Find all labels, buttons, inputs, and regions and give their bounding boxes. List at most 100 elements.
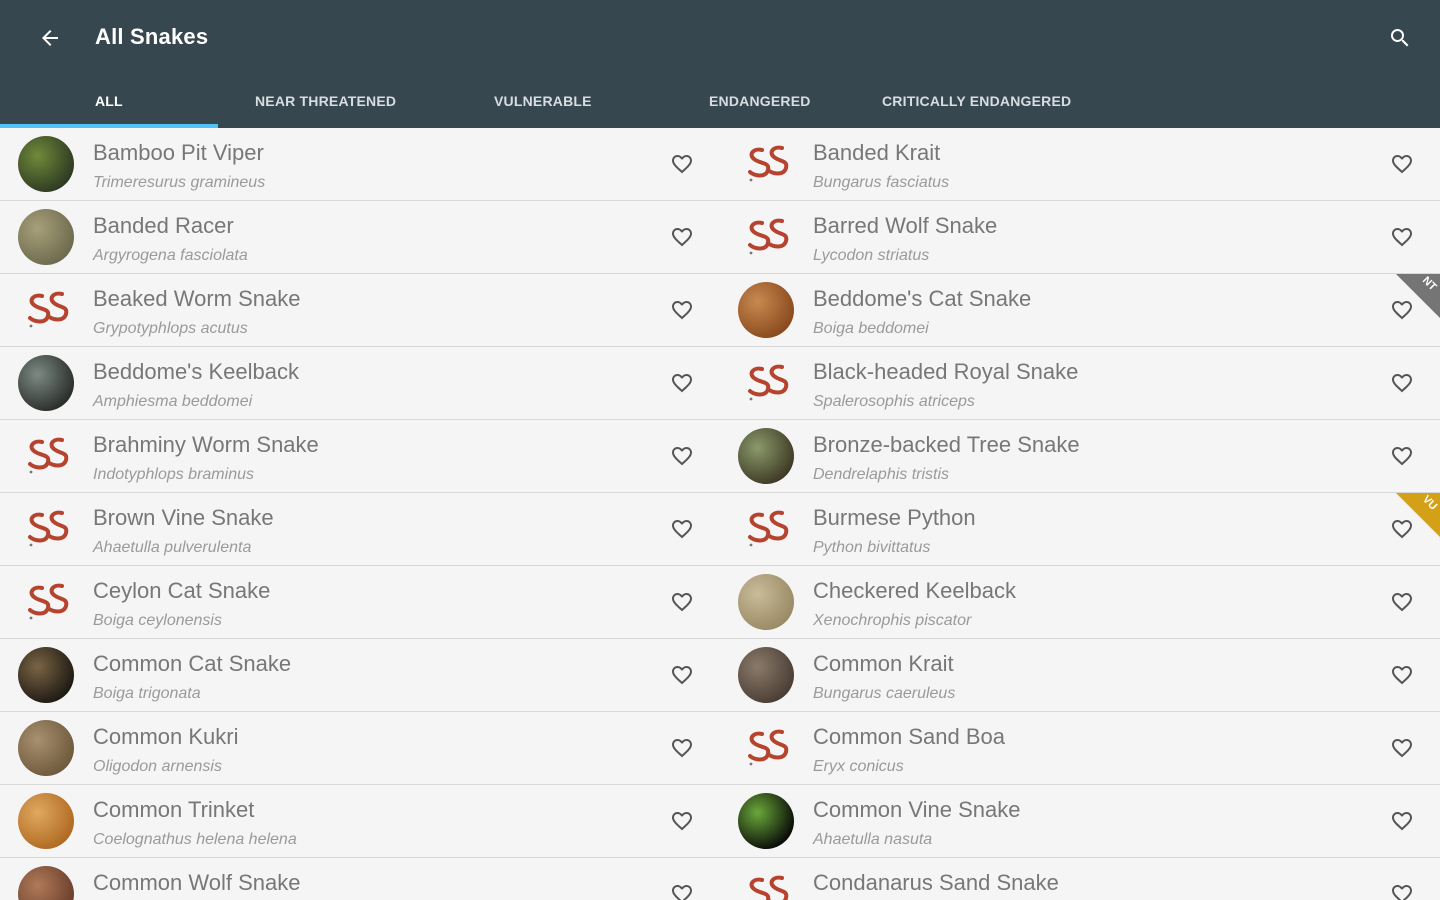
heart-outline-icon xyxy=(672,666,692,685)
tab-label: NEAR THREATENED xyxy=(255,93,397,109)
tab-endangered[interactable]: ENDANGERED xyxy=(709,74,811,128)
favorite-button[interactable] xyxy=(1384,146,1420,182)
favorite-button[interactable] xyxy=(664,657,700,693)
snake-list-item[interactable]: Common Krait Bungarus caeruleus xyxy=(720,639,1440,711)
favorite-button[interactable] xyxy=(1384,730,1420,766)
snake-photo-avatar xyxy=(18,647,74,703)
snake-scientific-name: Indotyphlops braminus xyxy=(93,466,254,483)
tab-label: CRITICALLY ENDANGERED xyxy=(882,93,1072,109)
snake-scientific-name: Amphiesma beddomei xyxy=(93,393,253,410)
snake-common-name: Ceylon Cat Snake xyxy=(93,578,271,603)
favorite-button[interactable] xyxy=(1384,584,1420,620)
favorite-button[interactable] xyxy=(664,803,700,839)
snake-list-item[interactable]: Beddome's Keelback Amphiesma beddomei xyxy=(0,347,720,419)
snake-scientific-name: Grypotyphlops acutus xyxy=(93,320,248,337)
snake-common-name: Banded Krait xyxy=(813,140,941,165)
favorite-button[interactable] xyxy=(1384,657,1420,693)
heart-outline-icon xyxy=(1392,666,1412,685)
heart-outline-icon xyxy=(1392,447,1412,466)
snake-logo-icon xyxy=(748,145,789,182)
snake-list-item[interactable]: Condanarus Sand Snake xyxy=(720,858,1440,900)
search-button[interactable] xyxy=(1380,18,1420,58)
snake-list-item[interactable]: Bamboo Pit Viper Trimeresurus gramineus xyxy=(0,128,720,200)
snake-scientific-name: Lycodon striatus xyxy=(813,247,930,264)
list-row: Beddome's Keelback Amphiesma beddomei Blac… xyxy=(0,347,1440,420)
snake-list-item[interactable]: Common Vine Snake Ahaetulla nasuta xyxy=(720,785,1440,857)
snake-logo-icon xyxy=(28,510,69,547)
snake-photo-avatar xyxy=(738,647,794,703)
snake-list-item[interactable]: Brown Vine Snake Ahaetulla pulverulenta xyxy=(0,493,720,565)
favorite-button[interactable] xyxy=(1384,438,1420,474)
snake-photo-avatar xyxy=(18,136,74,192)
snake-common-name: Beddome's Keelback xyxy=(93,359,299,384)
tab-critically-endangered[interactable]: CRITICALLY ENDANGERED xyxy=(882,74,1071,128)
snake-list-item[interactable]: Beddome's Cat Snake Boiga beddomei NT xyxy=(720,274,1440,346)
snake-common-name: Common Wolf Snake xyxy=(93,870,301,895)
snake-list-item[interactable]: Common Cat Snake Boiga trigonata xyxy=(0,639,720,711)
toolbar: All Snakes xyxy=(0,0,1440,74)
snake-list-item[interactable]: Burmese Python Python bivittatus VU xyxy=(720,493,1440,565)
snake-list-item[interactable]: Common Wolf Snake xyxy=(0,858,720,900)
snake-scientific-name: Argyrogena fasciolata xyxy=(93,247,248,264)
snake-list-item[interactable]: Common Sand Boa Eryx conicus xyxy=(720,712,1440,784)
snake-scientific-name: Bungarus fasciatus xyxy=(813,174,950,191)
snake-list-item[interactable]: Checkered Keelback Xenochrophis piscator xyxy=(720,566,1440,638)
heart-outline-icon xyxy=(1392,812,1412,831)
snake-list-item[interactable]: Ceylon Cat Snake Boiga ceylonensis xyxy=(0,566,720,638)
favorite-button[interactable] xyxy=(1384,365,1420,401)
snake-list-item[interactable]: Brahminy Worm Snake Indotyphlops braminus xyxy=(0,420,720,492)
favorite-button[interactable] xyxy=(664,219,700,255)
snake-list-item[interactable]: Common Kukri Oligodon arnensis xyxy=(0,712,720,784)
snake-common-name: Common Krait xyxy=(813,651,954,676)
favorite-button[interactable] xyxy=(664,292,700,328)
page-title: All Snakes xyxy=(95,24,209,49)
snake-list-item[interactable]: Common Trinket Coelognathus helena helena xyxy=(0,785,720,857)
snake-photo-avatar xyxy=(18,355,74,411)
favorite-button[interactable] xyxy=(1384,876,1420,900)
heart-outline-icon xyxy=(672,520,692,539)
tab-label: ALL xyxy=(95,93,123,109)
list-row: Beaked Worm Snake Grypotyphlops acutus Bed… xyxy=(0,274,1440,347)
favorite-button[interactable] xyxy=(664,730,700,766)
tab-vulnerable[interactable]: VULNERABLE xyxy=(494,74,592,128)
snake-list-item[interactable]: Banded Racer Argyrogena fasciolata xyxy=(0,201,720,273)
snake-list-item[interactable]: Black-headed Royal Snake Spalerosophis at… xyxy=(720,347,1440,419)
snake-logo-avatar xyxy=(738,866,794,900)
snake-list[interactable]: Bamboo Pit Viper Trimeresurus gramineus Ba… xyxy=(0,128,1440,900)
favorite-button[interactable] xyxy=(664,584,700,620)
arrow-back-icon xyxy=(42,30,58,46)
tab-near-threatened[interactable]: NEAR THREATENED xyxy=(255,74,396,128)
snake-scientific-name: Boiga beddomei xyxy=(813,320,929,337)
favorite-button[interactable] xyxy=(664,876,700,900)
favorite-button[interactable] xyxy=(664,146,700,182)
snake-scientific-name: Boiga ceylonensis xyxy=(93,612,222,629)
list-row: Brown Vine Snake Ahaetulla pulverulenta Bu… xyxy=(0,493,1440,566)
snake-common-name: Beddome's Cat Snake xyxy=(813,286,1032,311)
snake-list-item[interactable]: Beaked Worm Snake Grypotyphlops acutus xyxy=(0,274,720,346)
list-row: Common Kukri Oligodon arnensis Common Sand… xyxy=(0,712,1440,785)
snake-logo-icon xyxy=(28,583,69,620)
list-row: Common Trinket Coelognathus helena helena… xyxy=(0,785,1440,858)
snake-logo-avatar xyxy=(738,136,794,192)
favorite-button[interactable] xyxy=(664,438,700,474)
snake-list-item[interactable]: Bronze-backed Tree Snake Dendrelaphis tri… xyxy=(720,420,1440,492)
tab-all[interactable]: ALL xyxy=(95,74,123,128)
snake-common-name: Black-headed Royal Snake xyxy=(813,359,1079,384)
snake-logo-icon xyxy=(28,291,69,328)
snake-list-item[interactable]: Banded Krait Bungarus fasciatus xyxy=(720,128,1440,200)
search-icon xyxy=(1391,29,1409,47)
favorite-button[interactable] xyxy=(664,511,700,547)
tab-label: VULNERABLE xyxy=(494,93,592,109)
heart-outline-icon xyxy=(1392,885,1412,900)
snake-photo-avatar xyxy=(738,428,794,484)
back-button[interactable] xyxy=(30,18,70,58)
favorite-button[interactable] xyxy=(664,365,700,401)
favorite-button[interactable] xyxy=(1384,219,1420,255)
snake-list-item[interactable]: Barred Wolf Snake Lycodon striatus xyxy=(720,201,1440,273)
snake-common-name: Checkered Keelback xyxy=(813,578,1017,603)
snake-common-name: Brahminy Worm Snake xyxy=(93,432,319,457)
heart-outline-icon xyxy=(672,593,692,612)
snake-common-name: Barred Wolf Snake xyxy=(813,213,998,238)
favorite-button[interactable] xyxy=(1384,803,1420,839)
snake-common-name: Common Kukri xyxy=(93,724,239,749)
